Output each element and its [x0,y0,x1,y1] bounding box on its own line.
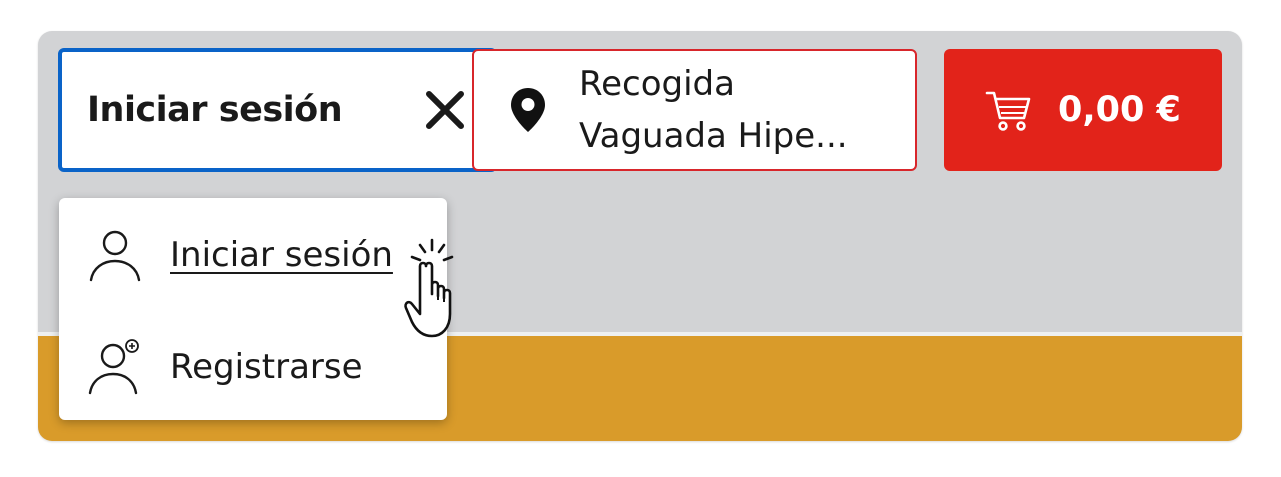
close-icon[interactable] [423,88,467,132]
pickup-mode-label: Recogida [579,64,735,104]
menu-item-login[interactable]: Iniciar sesión [59,210,447,300]
menu-item-label: Iniciar sesión [170,235,393,275]
login-toggle-button[interactable]: Iniciar sesión [58,48,497,172]
pickup-store-text: Recogida Vaguada Hipe... [579,58,848,162]
pickup-store-button[interactable]: Recogida Vaguada Hipe... [472,49,917,171]
menu-item-register[interactable]: Registrarse [59,322,447,412]
user-add-icon [88,339,139,395]
cart-button[interactable]: 0,00 € [944,49,1222,171]
pickup-store-name: Vaguada Hipe... [579,116,848,156]
login-button-label: Iniciar sesión [87,90,343,130]
shopping-cart-icon [985,91,1031,131]
map-pin-icon [511,88,545,132]
account-dropdown-menu: Iniciar sesión Registrarse [59,198,447,420]
cart-total: 0,00 € [1058,90,1181,130]
menu-item-label: Registrarse [170,347,363,387]
user-icon [89,230,141,282]
hand-pointer-cursor-icon [404,238,454,338]
